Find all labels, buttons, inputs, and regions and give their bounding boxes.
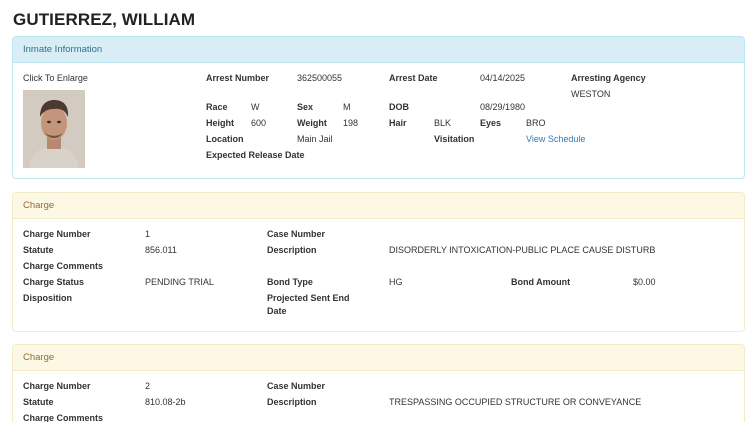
statute-value-2: 810.08-2b — [145, 397, 186, 407]
arrest-date-value: 04/14/2025 — [480, 73, 526, 83]
visitation-label: Visitation — [434, 134, 475, 144]
disposition-label-1: Disposition — [23, 293, 72, 303]
charge-status-label-1: Charge Status — [23, 277, 85, 287]
dob-label: DOB — [389, 102, 409, 112]
charge-number-label-1: Charge Number — [23, 229, 91, 239]
description-value-1: DISORDERLY INTOXICATION-PUBLIC PLACE CAU… — [389, 245, 656, 255]
inmate-info-heading: Inmate Information — [13, 37, 744, 63]
bond-type-label-1: Bond Type — [267, 277, 313, 287]
charge-number-value-1: 1 — [145, 229, 151, 239]
race-value: W — [251, 102, 260, 112]
statute-value-1: 856.011 — [145, 245, 177, 255]
description-label-2: Description — [267, 397, 317, 407]
hair-label: Hair — [389, 118, 407, 128]
statute-label-2: Statute — [23, 397, 54, 407]
description-value-2: TRESPASSING OCCUPIED STRUCTURE OR CONVEY… — [389, 397, 642, 407]
bond-type-value-1: HG — [389, 277, 403, 287]
race-label: Race — [206, 102, 228, 112]
charge-number-value-2: 2 — [145, 381, 151, 391]
charge-panel-1: Charge — [12, 192, 745, 332]
arresting-agency-label: Arresting Agency — [571, 73, 646, 83]
location-label: Location — [206, 134, 244, 144]
dob-value: 08/29/1980 — [480, 102, 526, 112]
weight-value: 198 — [343, 118, 359, 128]
location-value: Main Jail — [297, 134, 333, 144]
mugshot-photo[interactable] — [23, 90, 85, 168]
description-label-1: Description — [267, 245, 317, 255]
arrest-date-label: Arrest Date — [389, 73, 438, 83]
height-label: Height — [206, 118, 234, 128]
sex-label: Sex — [297, 102, 314, 112]
charge-number-label-2: Charge Number — [23, 381, 91, 391]
arresting-agency-value: WESTON — [571, 89, 611, 99]
height-value: 600 — [251, 118, 267, 128]
case-number-label-2: Case Number — [267, 381, 326, 391]
projected-sent-end-date-label-1: Date — [267, 306, 287, 316]
arrest-number-value: 362500055 — [297, 73, 343, 83]
weight-label: Weight — [297, 118, 327, 128]
charge-comments-label-1: Charge Comments — [23, 261, 104, 271]
projected-sent-end-label-1: Projected Sent End — [267, 293, 350, 303]
click-to-enlarge-label[interactable]: Click To Enlarge — [23, 73, 88, 83]
sex-value: M — [343, 102, 351, 112]
inmate-info-panel: Inmate Information — [12, 36, 745, 179]
arrest-number-label: Arrest Number — [206, 73, 270, 83]
eyes-label: Eyes — [480, 118, 502, 128]
bond-amount-label-1: Bond Amount — [511, 277, 571, 287]
eyes-value: BRO — [526, 118, 546, 128]
hair-value: BLK — [434, 118, 452, 128]
charge-comments-label-2: Charge Comments — [23, 413, 104, 422]
charge-panel-2: Charge — [12, 344, 745, 422]
charge-heading-1: Charge — [13, 193, 744, 219]
case-number-label-1: Case Number — [267, 229, 326, 239]
person-icon — [23, 90, 85, 168]
bond-amount-value-1: $0.00 — [633, 277, 656, 287]
statute-label-1: Statute — [23, 245, 54, 255]
charge-heading-2: Charge — [13, 345, 744, 371]
view-schedule-link[interactable]: View Schedule — [526, 134, 585, 144]
expected-release-date-label: Expected Release Date — [206, 150, 305, 160]
page-title: GUTIERREZ, WILLIAM — [13, 10, 196, 29]
charge-status-value-1: PENDING TRIAL — [145, 277, 214, 287]
